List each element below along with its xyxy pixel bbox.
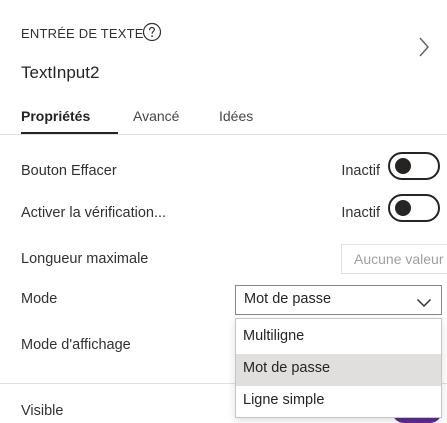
tab-divider xyxy=(0,134,447,135)
mode-dropdown-value: Mot de passe xyxy=(244,291,332,307)
help-circle-icon[interactable] xyxy=(142,22,162,42)
control-name: TextInput2 xyxy=(21,63,100,82)
toggle-knob xyxy=(395,200,411,216)
tab-properties[interactable]: Propriétés xyxy=(21,108,90,124)
mode-options-list: Multiligne Mot de passe Ligne simple xyxy=(235,318,442,418)
control-type-label: ENTRÉE DE TEXTE xyxy=(21,26,144,41)
mode-dropdown[interactable]: Mot de passe xyxy=(235,285,442,315)
tab-advanced[interactable]: Avancé xyxy=(133,108,179,124)
toggle-knob xyxy=(395,158,411,174)
option-single-line[interactable]: Ligne simple xyxy=(236,386,441,418)
spellcheck-label: Activer la vérification... xyxy=(21,205,167,221)
max-length-label: Longueur maximale xyxy=(21,251,149,267)
tab-ideas[interactable]: Idées xyxy=(219,108,253,124)
spellcheck-toggle[interactable] xyxy=(388,194,440,222)
clear-button-state: Inactif xyxy=(341,163,380,179)
clear-button-label: Bouton Effacer xyxy=(21,163,117,179)
mode-label: Mode xyxy=(21,291,58,307)
max-length-input[interactable]: Aucune valeur xyxy=(341,244,447,274)
option-multiline[interactable]: Multiligne xyxy=(236,322,441,354)
display-mode-label: Mode d'affichage xyxy=(21,337,131,353)
spellcheck-state: Inactif xyxy=(341,205,380,221)
chevron-down-icon xyxy=(416,295,432,308)
option-password[interactable]: Mot de passe xyxy=(236,354,441,386)
clear-button-toggle[interactable] xyxy=(388,152,440,180)
chevron-right-icon[interactable] xyxy=(418,36,430,58)
visible-label: Visible xyxy=(21,403,64,419)
